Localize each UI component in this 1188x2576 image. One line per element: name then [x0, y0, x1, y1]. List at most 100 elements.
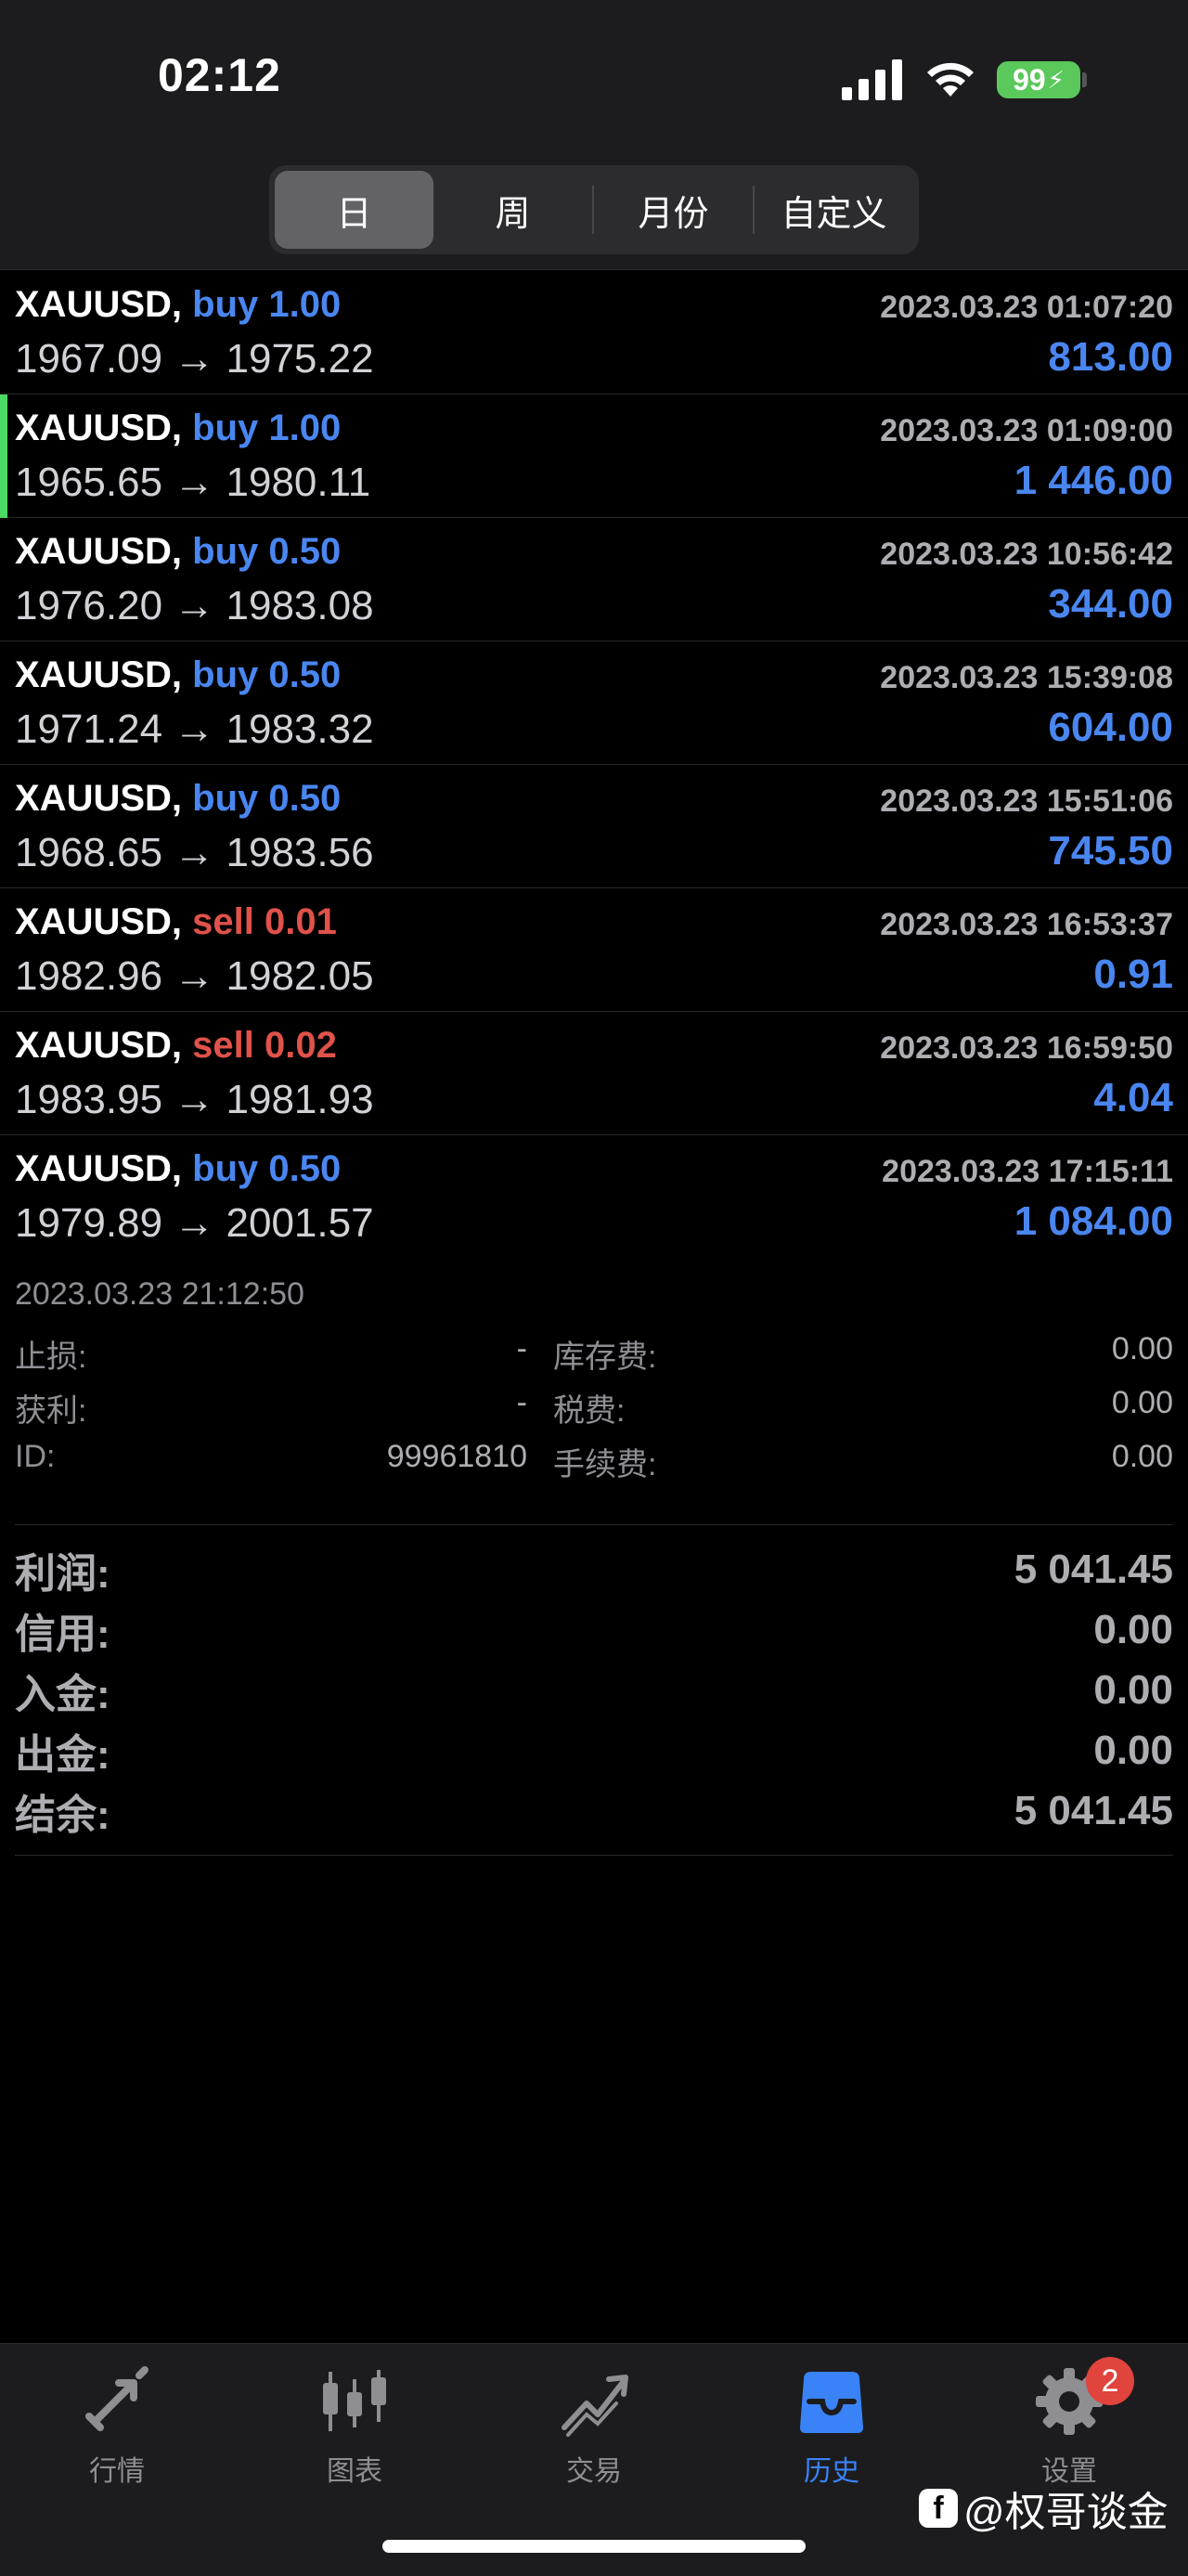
trade-prices: 1967.09 → 1975.22: [15, 336, 374, 382]
tab-quotes[interactable]: 行情: [33, 2362, 200, 2489]
watermark-text: @权哥谈金: [963, 2490, 1169, 2535]
trade-symbol: XAUUSD,: [15, 531, 183, 572]
trade-profit: 0.91: [1093, 951, 1173, 997]
trade-prices: 1983.95 → 1981.93: [15, 1077, 374, 1122]
close-time: 2023.03.23 21:12:50: [15, 1276, 304, 1312]
trade-profit: 4.04: [1093, 1075, 1173, 1120]
trade-symbol: XAUUSD,: [15, 1025, 183, 1066]
tab-month[interactable]: 月份: [594, 171, 753, 249]
period-segmented-control: 日 周 月份 自定义: [269, 165, 919, 254]
tab-trade[interactable]: 交易: [510, 2362, 678, 2489]
trade-action: buy 0.50: [192, 1148, 342, 1189]
trade-profit: 1 084.00: [1014, 1198, 1173, 1244]
commission-value: 0.00: [1111, 1439, 1173, 1474]
summary-balance: 结余: 5 041.45: [15, 1787, 1173, 1838]
trade-row[interactable]: XAUUSD, buy 0.50 2023.03.23 10:56:42 197…: [0, 518, 1188, 641]
divider: [15, 1855, 1173, 1856]
trade-profit: 604.00: [1048, 705, 1173, 750]
trade-symbol: XAUUSD,: [15, 1148, 183, 1189]
trade-history-list: XAUUSD, buy 1.00 2023.03.23 01:07:20 196…: [0, 271, 1188, 1259]
stop-loss-value: -: [516, 1331, 527, 1366]
tab-custom[interactable]: 自定义: [755, 171, 913, 249]
battery-indicator: 99 ⚡: [997, 61, 1080, 98]
trade-symbol: XAUUSD,: [15, 408, 183, 448]
home-indicator[interactable]: [382, 2540, 806, 2553]
summary-credit: 信用: 0.00: [15, 1606, 1173, 1657]
trade-action: buy 1.00: [192, 408, 342, 448]
trade-prices: 1965.65 → 1980.11: [15, 460, 371, 505]
tax-label: 税费:: [553, 1393, 626, 1429]
trade-row-selected[interactable]: XAUUSD, buy 1.00 2023.03.23 01:09:00 196…: [0, 395, 1188, 518]
trade-profit: 344.00: [1048, 581, 1173, 627]
summary-deposit: 入金: 0.00: [15, 1666, 1173, 1717]
take-profit-value: -: [516, 1385, 527, 1420]
tab-chart[interactable]: 图表: [271, 2362, 438, 2489]
swap-label: 库存费:: [553, 1340, 657, 1375]
trade-datetime: 2023.03.23 01:07:20: [880, 290, 1173, 325]
watermark: f @权哥谈金: [919, 2479, 1169, 2538]
period-selector-bar: 日 周 月份 自定义: [0, 158, 1188, 270]
tab-label: 交易: [566, 2456, 622, 2487]
trade-row[interactable]: XAUUSD, sell 0.02 2023.03.23 16:59:50 19…: [0, 1012, 1188, 1135]
trade-row[interactable]: XAUUSD, sell 0.01 2023.03.23 16:53:37 19…: [0, 888, 1188, 1012]
trade-prices: 1979.89 → 2001.57: [15, 1200, 374, 1246]
selected-marker: [0, 395, 7, 518]
trade-datetime: 2023.03.23 15:39:08: [880, 660, 1173, 695]
take-profit-label: 获利:: [15, 1393, 87, 1429]
trade-datetime: 2023.03.23 01:09:00: [880, 413, 1173, 448]
trade-row[interactable]: XAUUSD, buy 0.50 2023.03.23 15:39:08 197…: [0, 641, 1188, 765]
trade-datetime: 2023.03.23 15:51:06: [880, 783, 1173, 819]
summary-withdrawal: 出金: 0.00: [15, 1727, 1173, 1778]
trade-prices: 1982.96 → 1982.05: [15, 953, 374, 999]
divider: [15, 1524, 1173, 1525]
tab-history[interactable]: 历史: [748, 2362, 915, 2489]
facebook-logo-icon: f: [919, 2489, 958, 2528]
tab-label: 历史: [804, 2456, 859, 2487]
id-label: ID:: [15, 1439, 56, 1474]
charging-bolt-icon: ⚡: [1047, 65, 1065, 94]
trade-trend-icon: [562, 2375, 628, 2437]
trade-symbol: XAUUSD,: [15, 284, 183, 325]
quotes-arrows-icon: [85, 2366, 148, 2431]
account-summary: 利润: 5 041.45 信用: 0.00 入金: 0.00 出金: 0.00 结余: 5…: [15, 1539, 1173, 1841]
trade-action: buy 0.50: [192, 654, 342, 695]
trade-action: sell 0.02: [192, 1025, 337, 1066]
trade-profit: 813.00: [1048, 334, 1173, 380]
tab-label: 行情: [89, 2456, 145, 2487]
inbox-tray-icon: [800, 2372, 863, 2433]
tab-week[interactable]: 周: [433, 171, 592, 249]
tab-day[interactable]: 日: [275, 171, 433, 249]
trade-row-expanded[interactable]: XAUUSD, buy 0.50 2023.03.23 17:15:11 197…: [0, 1135, 1188, 1259]
trade-action: sell 0.01: [192, 901, 337, 942]
trade-symbol: XAUUSD,: [15, 901, 183, 942]
trade-symbol: XAUUSD,: [15, 778, 183, 819]
trade-details: 2023.03.23 21:12:50 止损: - 获利: - ID: 9996…: [15, 1266, 1173, 1489]
tax-value: 0.00: [1111, 1385, 1173, 1420]
commission-label: 手续费:: [553, 1447, 657, 1482]
trade-action: buy 0.50: [192, 778, 342, 819]
trade-prices: 1971.24 → 1983.32: [15, 706, 374, 752]
swap-value: 0.00: [1111, 1331, 1173, 1366]
notification-badge: 2: [1086, 2357, 1134, 2405]
trade-row[interactable]: XAUUSD, buy 0.50 2023.03.23 15:51:06 196…: [0, 765, 1188, 888]
trade-prices: 1968.65 → 1983.56: [15, 830, 374, 875]
battery-cap: [1082, 72, 1087, 87]
trade-datetime: 2023.03.23 17:15:11: [882, 1154, 1173, 1189]
trade-profit: 745.50: [1048, 828, 1173, 874]
trade-prices: 1976.20 → 1983.08: [15, 583, 374, 628]
signal-icon: [842, 59, 902, 100]
tab-settings[interactable]: 2 设置: [986, 2357, 1153, 2489]
wifi-icon: [927, 62, 974, 97]
trade-profit: 1 446.00: [1014, 458, 1173, 503]
trade-row[interactable]: XAUUSD, buy 1.00 2023.03.23 01:07:20 196…: [0, 271, 1188, 395]
clock: 02:12: [158, 49, 281, 101]
status-bar: 02:12 99 ⚡: [0, 0, 1188, 158]
id-value: 99961810: [386, 1439, 527, 1474]
summary-profit: 利润: 5 041.45: [15, 1546, 1173, 1597]
trade-symbol: XAUUSD,: [15, 654, 183, 695]
candlestick-chart-icon: [323, 2370, 386, 2431]
trade-action: buy 0.50: [192, 531, 342, 572]
tab-label: 图表: [327, 2456, 382, 2487]
trade-datetime: 2023.03.23 16:59:50: [880, 1030, 1173, 1066]
trade-datetime: 2023.03.23 16:53:37: [880, 907, 1173, 942]
